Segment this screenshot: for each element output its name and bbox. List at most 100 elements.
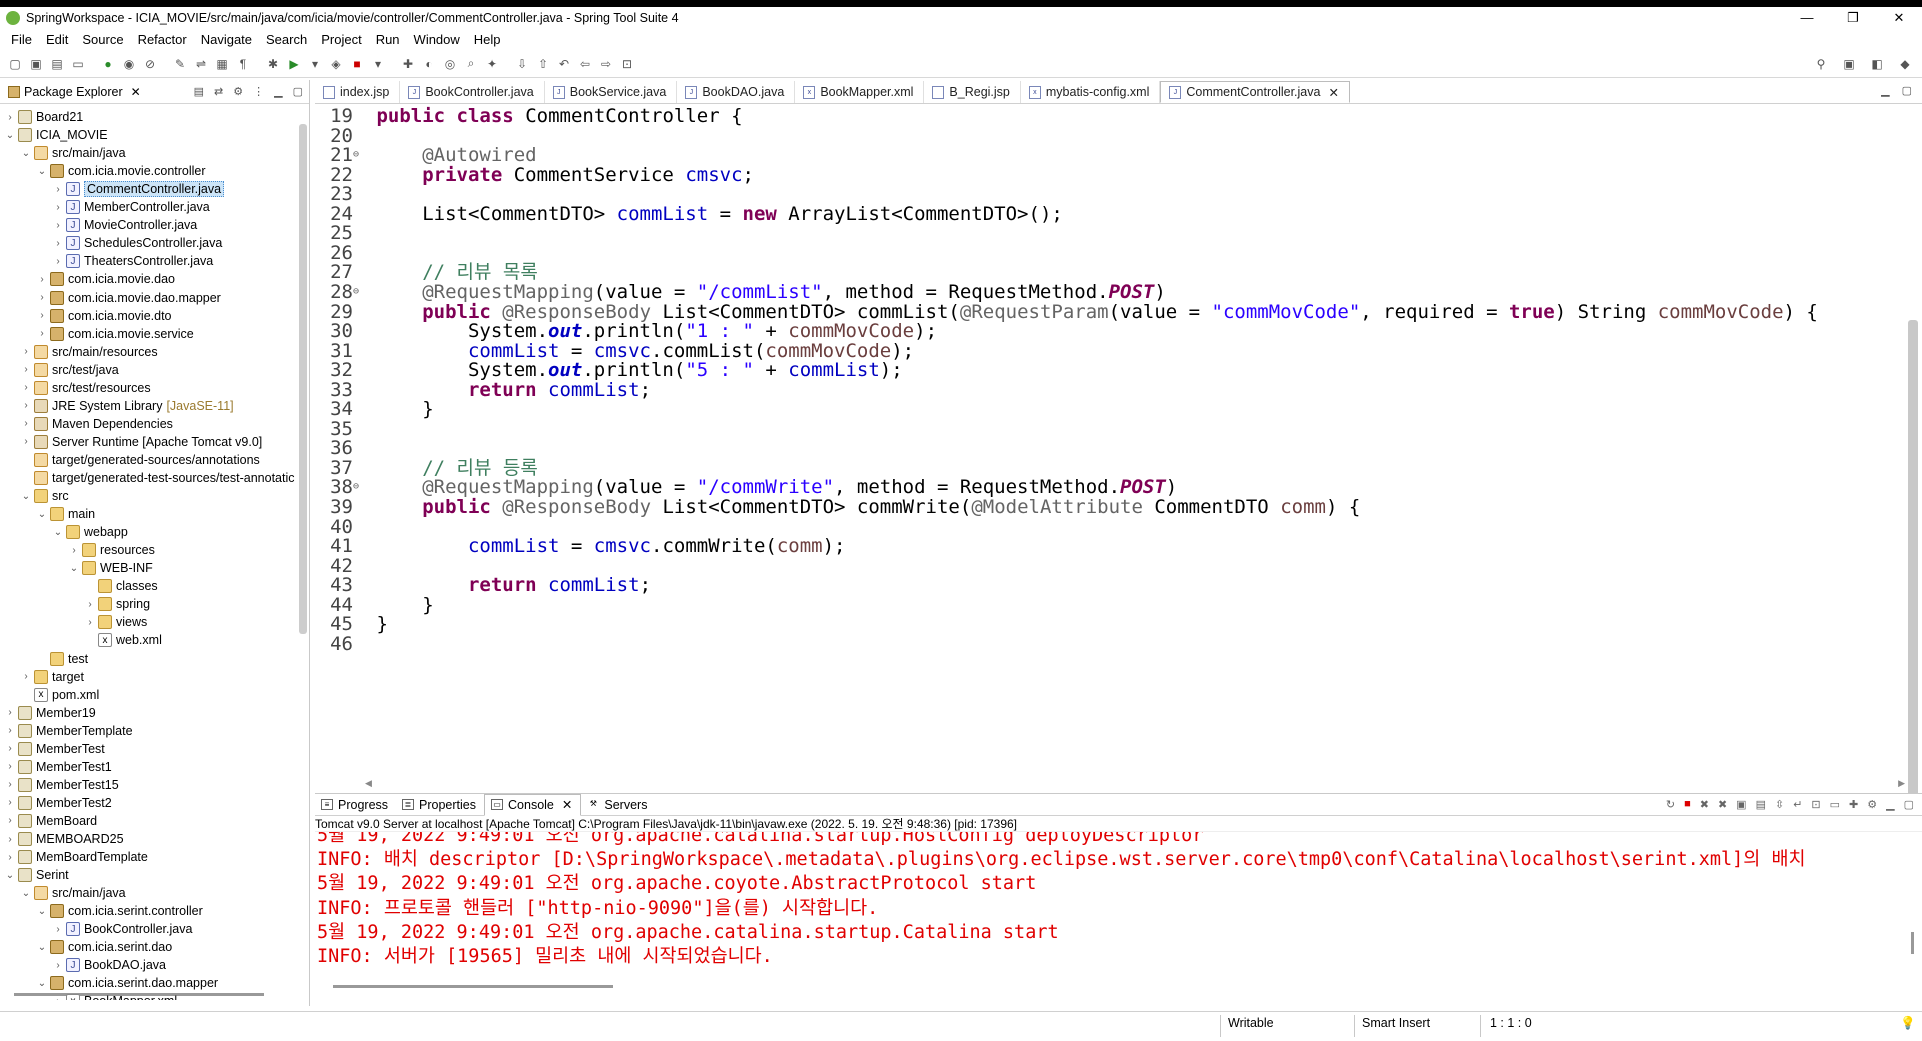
tree-item[interactable]: target/generated-test-sources/test-annot… [20, 469, 295, 487]
block-select-icon[interactable]: ▦ [213, 55, 231, 73]
tree-item[interactable]: ⌄ Serint [4, 866, 69, 884]
run-icon[interactable]: ▶ [285, 55, 303, 73]
tree-item[interactable]: ⌄ com.icia.serint.dao.mapper [36, 974, 218, 992]
console-vscrollbar[interactable] [1911, 932, 1914, 954]
close-window-button[interactable]: ✕ [1876, 7, 1922, 28]
new-icon[interactable]: ▢ [6, 55, 24, 73]
tree-scrollbar[interactable] [299, 124, 307, 634]
expand-arrow-icon[interactable]: › [20, 364, 32, 375]
tree-item[interactable]: › MemberTest2 [4, 794, 112, 812]
tree-item[interactable]: › J BookController.java [52, 920, 192, 938]
tree-item[interactable]: › JRE System Library [JavaSE-11] [20, 397, 234, 415]
forward-icon[interactable]: ⇨ [597, 55, 615, 73]
code-line[interactable]: 41 commList = cmsvc.commWrite(comm); [315, 534, 845, 558]
collapse-arrow-icon[interactable]: ⌄ [36, 166, 48, 177]
expand-arrow-icon[interactable]: › [4, 761, 16, 772]
maximize-editor-icon[interactable]: ▢ [1902, 84, 1912, 97]
tree-item[interactable]: › com.icia.movie.service [36, 325, 194, 343]
tree-item[interactable]: › src/test/resources [20, 379, 151, 397]
code-line[interactable]: 22 private CommentService cmsvc; [315, 163, 754, 187]
scroll-right-icon[interactable]: ▶ [1898, 778, 1905, 789]
tree-item[interactable]: › com.icia.movie.dao [36, 270, 175, 288]
save-all-icon[interactable]: ▤ [48, 55, 66, 73]
new-package-icon[interactable]: ◐ [420, 55, 438, 73]
pin-console-icon[interactable]: ⊡ [1811, 798, 1820, 811]
tree-item[interactable]: ›x BookMapper.xml [52, 992, 177, 1000]
package-explorer-tab[interactable]: Package Explorer ✕ ▤ ⇄ ⚙ ⋮ ▁ ▢ [0, 80, 309, 104]
search-toolbar-icon[interactable]: ✦ [483, 55, 501, 73]
tree-item[interactable]: x pom.xml [20, 686, 99, 704]
maximize-button[interactable]: ❐ [1830, 7, 1876, 28]
tree-item[interactable]: › J MemberController.java [52, 198, 210, 216]
tree-item[interactable]: › J MovieController.java [52, 216, 197, 234]
spring-boot-icon[interactable]: ◉ [120, 55, 138, 73]
tab-properties[interactable]: ≣ Properties [396, 794, 484, 816]
open-console-icon[interactable]: ✚ [1849, 798, 1858, 811]
tree-item[interactable]: › MemBoardTemplate [4, 848, 148, 866]
console-settings-icon[interactable]: ⚙ [1867, 798, 1877, 811]
word-wrap-console-icon[interactable]: ↵ [1793, 798, 1802, 811]
collapse-arrow-icon[interactable]: ⌄ [20, 888, 32, 899]
collapse-arrow-icon[interactable]: ⌄ [20, 491, 32, 502]
expand-arrow-icon[interactable]: › [52, 960, 64, 971]
menu-project[interactable]: Project [314, 32, 368, 47]
expand-arrow-icon[interactable]: › [4, 725, 16, 736]
expand-arrow-icon[interactable]: › [52, 220, 64, 231]
last-edit-icon[interactable]: ↶ [555, 55, 573, 73]
tree-item[interactable]: › src/main/resources [20, 343, 158, 361]
scroll-lock-icon[interactable]: ⇳ [1775, 798, 1784, 811]
code-line[interactable]: 46 [315, 632, 376, 656]
java-perspective-icon[interactable]: ◧ [1868, 55, 1886, 73]
editor-tab[interactable]: B_Regi.jsp [924, 81, 1021, 103]
back-icon[interactable]: ⇦ [576, 55, 594, 73]
word-wrap-icon[interactable]: ⇌ [192, 55, 210, 73]
tree-item[interactable]: › Member19 [4, 704, 96, 722]
tree-item[interactable]: ⌄ WEB-INF [68, 559, 153, 577]
spring-perspective-icon[interactable]: ◆ [1896, 55, 1914, 73]
tree-item[interactable]: ⌄ com.icia.serint.controller [36, 902, 203, 920]
tree-item[interactable]: › MEMBOARD25 [4, 830, 124, 848]
tree-item[interactable]: › target [20, 668, 84, 686]
menu-run[interactable]: Run [369, 32, 407, 47]
expand-arrow-icon[interactable]: › [84, 599, 96, 610]
expand-arrow-icon[interactable]: › [52, 238, 64, 249]
clear-console-icon[interactable]: ▤ [1756, 798, 1766, 811]
tree-item[interactable]: x web.xml [84, 631, 162, 649]
prev-annotation-icon[interactable]: ⇧ [534, 55, 552, 73]
open-type-icon[interactable]: ⌕ [462, 55, 480, 73]
tree-item[interactable]: › resources [68, 541, 155, 559]
close-icon[interactable]: ✕ [562, 797, 572, 812]
tree-item[interactable]: ⌄ src [20, 487, 69, 505]
tree-item[interactable]: › MemberTest1 [4, 758, 112, 776]
code-area[interactable]: 19 public class CommentController {20 21… [315, 104, 1905, 770]
tree-item[interactable]: ⌄ com.icia.serint.dao [36, 938, 172, 956]
scroll-left-icon[interactable]: ◀ [365, 778, 372, 789]
tree-item[interactable]: › J TheatersController.java [52, 252, 213, 270]
new-class-icon[interactable]: ◎ [441, 55, 459, 73]
expand-arrow-icon[interactable]: › [36, 328, 48, 339]
expand-arrow-icon[interactable]: › [84, 617, 96, 628]
editor-tab[interactable]: J CommentController.java ✕ [1160, 81, 1350, 103]
expand-arrow-icon[interactable]: › [52, 996, 64, 1000]
tab-console[interactable]: ▭ Console ✕ [484, 793, 582, 816]
collapse-arrow-icon[interactable]: ⌄ [4, 130, 16, 141]
collapse-arrow-icon[interactable]: ⌄ [68, 563, 80, 574]
editor-tab[interactable]: J BookController.java [400, 81, 545, 103]
minimize-view-icon[interactable]: ▁ [274, 85, 282, 98]
remove-launch-icon[interactable]: ✖ [1700, 798, 1709, 811]
expand-arrow-icon[interactable]: › [52, 256, 64, 267]
expand-arrow-icon[interactable]: › [4, 815, 16, 826]
tree-item[interactable]: ⌄ src/main/java [20, 884, 126, 902]
display-console-icon[interactable]: ▭ [1830, 798, 1840, 811]
expand-arrow-icon[interactable]: › [4, 852, 16, 863]
expand-arrow-icon[interactable]: › [4, 743, 16, 754]
search-icon[interactable]: ⚲ [1812, 55, 1830, 73]
debug-icon[interactable]: ✱ [264, 55, 282, 73]
expand-arrow-icon[interactable]: › [20, 418, 32, 429]
expand-arrow-icon[interactable]: › [4, 779, 16, 790]
terminate-icon[interactable]: ■ [1684, 798, 1691, 811]
maximize-console-icon[interactable]: ▢ [1904, 798, 1914, 811]
expand-arrow-icon[interactable]: › [20, 346, 32, 357]
expand-arrow-icon[interactable]: › [4, 797, 16, 808]
console-output[interactable]: 5월 19, 2022 9:49:01 오전 org.apache.catali… [315, 832, 1922, 992]
